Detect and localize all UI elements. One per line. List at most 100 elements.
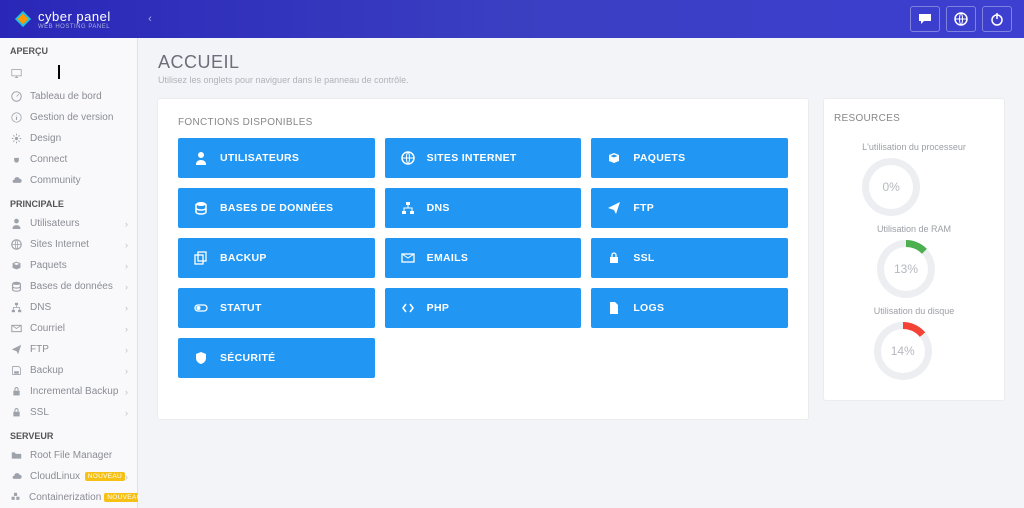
nav-item-bases-de-données[interactable]: Bases de données› bbox=[0, 276, 138, 297]
shield-icon bbox=[194, 351, 208, 365]
function-card-utilisateurs[interactable]: UTILISATEURS bbox=[178, 138, 375, 178]
function-card-php[interactable]: PHP bbox=[385, 288, 582, 328]
page-title: ACCUEIL bbox=[158, 52, 1004, 73]
gauge-label: Utilisation de RAM bbox=[877, 224, 951, 234]
nav-item-label: Incremental Backup bbox=[30, 386, 125, 397]
users-icon bbox=[11, 218, 22, 229]
nav-item-dns[interactable]: DNS› bbox=[0, 297, 138, 318]
function-card-ssl[interactable]: SSL bbox=[591, 238, 788, 278]
nav-item-label: Community bbox=[30, 175, 128, 186]
nav-item-tableau-de-bord[interactable]: Tableau de bord bbox=[0, 86, 138, 107]
gauge-label: L'utilisation du processeur bbox=[862, 142, 966, 152]
functions-title: FONCTIONS DISPONIBLES bbox=[178, 117, 788, 128]
globe-icon bbox=[11, 239, 22, 250]
main-content: ACCUEIL Utilisez les onglets pour navigu… bbox=[138, 38, 1024, 508]
cubes-icon bbox=[10, 492, 21, 503]
lock-icon bbox=[11, 407, 22, 418]
cog-icon bbox=[10, 133, 22, 144]
nav-item-backup[interactable]: Backup› bbox=[0, 360, 138, 381]
toggle-icon bbox=[194, 301, 208, 315]
nav-item-ftp[interactable]: FTP› bbox=[0, 339, 138, 360]
function-card-emails[interactable]: EMAILS bbox=[385, 238, 582, 278]
chat-button[interactable] bbox=[910, 6, 940, 32]
nav-item-incremental-backup[interactable]: Incremental Backup› bbox=[0, 381, 138, 402]
sidebar: APERÇUTableau de bordGestion de versionD… bbox=[0, 38, 138, 508]
send-icon bbox=[607, 201, 621, 215]
nav-item-utilisateurs[interactable]: Utilisateurs› bbox=[0, 213, 138, 234]
function-card-statut[interactable]: STATUT bbox=[178, 288, 375, 328]
function-card-sites-internet[interactable]: SITES INTERNET bbox=[385, 138, 582, 178]
nav-item-paquets[interactable]: Paquets› bbox=[0, 255, 138, 276]
function-card-label: UTILISATEURS bbox=[220, 152, 299, 164]
gauge-value: 0% bbox=[882, 180, 899, 194]
chevron-right-icon: › bbox=[125, 219, 128, 229]
users-icon bbox=[194, 151, 208, 165]
folder-icon bbox=[10, 450, 22, 461]
function-card-ftp[interactable]: FTP bbox=[591, 188, 788, 228]
brand-logo-icon bbox=[14, 10, 32, 28]
nav-item-design[interactable]: Design bbox=[0, 128, 138, 149]
nav-item-gestion-de-version[interactable]: Gestion de version bbox=[0, 107, 138, 128]
nav-item-connect[interactable]: Connect bbox=[0, 149, 138, 170]
folder-icon bbox=[11, 450, 22, 461]
nav-item-root-file-manager[interactable]: Root File Manager bbox=[0, 445, 138, 466]
function-card-label: STATUT bbox=[220, 302, 262, 314]
gauge: 0% bbox=[862, 158, 920, 216]
clone-icon bbox=[194, 251, 208, 265]
nav-item-containerization[interactable]: ContainerizationNOUVEAU› bbox=[0, 487, 138, 508]
function-card-logs[interactable]: LOGS bbox=[591, 288, 788, 328]
users-icon bbox=[10, 218, 22, 229]
gauge-value: 14% bbox=[891, 344, 915, 358]
nav-section-header: SERVEUR bbox=[0, 423, 138, 445]
nav-section-header: PRINCIPALE bbox=[0, 191, 138, 213]
topbar: cyber panel WEB HOSTING PANEL ‹ bbox=[0, 0, 1024, 38]
language-button[interactable] bbox=[946, 6, 976, 32]
cloud-icon bbox=[10, 471, 22, 482]
info-icon bbox=[10, 112, 22, 123]
function-card-dns[interactable]: DNS bbox=[385, 188, 582, 228]
nav-item-label: Connect bbox=[30, 154, 128, 165]
functions-panel: FONCTIONS DISPONIBLES UTILISATEURS SITES … bbox=[158, 99, 808, 419]
nav-item-label: FTP bbox=[30, 344, 125, 355]
sitemap-icon bbox=[10, 302, 22, 313]
nav-item-cloudlinux[interactable]: CloudLinuxNOUVEAU› bbox=[0, 466, 138, 487]
nav-item-ssl[interactable]: SSL› bbox=[0, 402, 138, 423]
brand-name: cyber panel bbox=[38, 9, 111, 24]
nav-item-label: Courriel bbox=[30, 323, 125, 334]
code-icon bbox=[401, 301, 415, 315]
nav-item-community[interactable]: Community bbox=[0, 170, 138, 191]
gauge: 14% bbox=[874, 322, 932, 380]
sitemap-icon bbox=[401, 201, 415, 215]
lock-icon bbox=[11, 386, 22, 397]
nav-item-courriel[interactable]: Courriel› bbox=[0, 318, 138, 339]
brand-tagline: WEB HOSTING PANEL bbox=[38, 24, 111, 30]
chevron-right-icon: › bbox=[125, 387, 128, 397]
envelope-icon bbox=[401, 251, 415, 265]
nav-item-host[interactable] bbox=[0, 60, 138, 86]
function-card-sécurité[interactable]: SÉCURITÉ bbox=[178, 338, 375, 378]
send-icon bbox=[10, 344, 22, 355]
sidebar-collapse-button[interactable]: ‹ bbox=[138, 0, 162, 38]
function-card-backup[interactable]: BACKUP bbox=[178, 238, 375, 278]
file-icon bbox=[607, 301, 621, 315]
chevron-right-icon: › bbox=[125, 303, 128, 313]
gauge: 13% bbox=[877, 240, 935, 298]
nav-item-label: Utilisateurs bbox=[30, 218, 125, 229]
nav-item-sites-internet[interactable]: Sites Internet› bbox=[0, 234, 138, 255]
database-icon bbox=[10, 281, 22, 292]
cog-icon bbox=[11, 133, 22, 144]
brand[interactable]: cyber panel WEB HOSTING PANEL bbox=[0, 9, 138, 30]
gauge-value: 13% bbox=[894, 262, 918, 276]
cubes-icon bbox=[10, 492, 21, 503]
power-button[interactable] bbox=[982, 6, 1012, 32]
power-icon bbox=[990, 12, 1004, 26]
function-card-bases-de-données[interactable]: BASES DE DONNÉES bbox=[178, 188, 375, 228]
lock-icon bbox=[10, 407, 22, 418]
function-card-paquets[interactable]: PAQUETS bbox=[591, 138, 788, 178]
resources-panel: RESOURCES L'utilisation du processeur 0%… bbox=[824, 99, 1004, 400]
database-icon bbox=[11, 281, 22, 292]
function-card-label: BASES DE DONNÉES bbox=[220, 202, 333, 214]
envelope-icon bbox=[11, 323, 22, 334]
lock-icon bbox=[10, 386, 22, 397]
chevron-right-icon: › bbox=[125, 345, 128, 355]
